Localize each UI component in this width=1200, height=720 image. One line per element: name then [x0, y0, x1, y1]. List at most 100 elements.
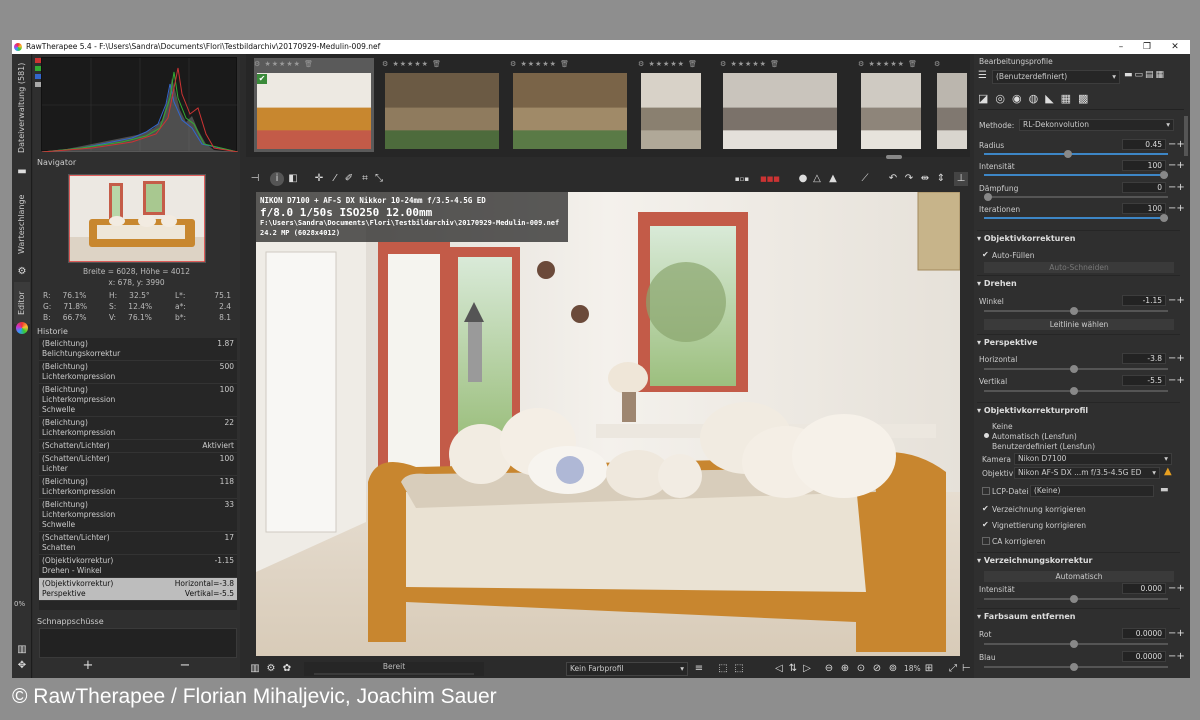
flip-horizontal-icon[interactable]: ⇹ — [918, 172, 932, 186]
thumbnail-toolbar-icons[interactable]: ⚙ ★★★★★ 🗑 — [858, 60, 924, 70]
daempfung-slider[interactable] — [984, 193, 1168, 201]
automatisch-button[interactable]: Automatisch — [984, 571, 1174, 582]
option-automatisch[interactable]: Automatisch (Lensfun) — [992, 432, 1077, 441]
verzeichnung-section-header[interactable]: ▾ Verzeichnungskorrektur — [977, 552, 1180, 568]
rotate-right-icon[interactable]: ↷ — [902, 172, 916, 186]
lensprofile-section-header[interactable]: ▾ Objektivkorrekturprofil — [977, 402, 1180, 418]
right-scrollbar[interactable] — [1184, 116, 1188, 156]
horizontal-slider-knob[interactable] — [1070, 365, 1078, 373]
iterationen-input[interactable]: 100 — [1122, 203, 1166, 214]
profile-menu-icon[interactable]: ☰ — [978, 70, 990, 82]
color-wheel-icon[interactable] — [16, 322, 28, 334]
gamut-check-icon[interactable]: ⬚ — [732, 662, 746, 676]
drehen-section-header[interactable]: ▾ Drehen — [977, 275, 1180, 291]
shadow-clip-warning-icon[interactable]: △ — [810, 172, 824, 186]
thumbnail-toolbar-icons[interactable]: ⚙ ★★★★★ 🗑 — [382, 60, 502, 70]
filmstrip-thumbnail[interactable]: ⚙ ★★★★★ 🗑 — [510, 58, 630, 152]
daempfung-slider-knob[interactable] — [984, 193, 992, 201]
radius-slider[interactable] — [984, 150, 1168, 158]
history-row[interactable]: (Objektivkorrektur) Drehen - Winkel -1.15 — [39, 555, 237, 578]
methode-select[interactable]: RL-Dekonvolution ▾ — [1019, 119, 1174, 131]
next-image-icon[interactable]: ▷ — [800, 662, 814, 676]
channel-preview-icon[interactable]: ■■■ — [758, 172, 782, 186]
tool-tab-icons[interactable]: ◪◎◉◍◣▦▩ — [978, 92, 1184, 105]
filmstrip-thumbnail[interactable]: ⚙ ★★★★★ 🗑 — [720, 58, 840, 152]
blau-input[interactable]: 0.0000 — [1122, 651, 1166, 662]
white-balance-picker-icon[interactable]: ⁄ — [328, 172, 342, 186]
gamut-icon[interactable]: ≡ — [692, 662, 706, 676]
folder-icon[interactable]: ▬ — [16, 166, 28, 178]
intensitaet-slider[interactable] — [984, 171, 1168, 179]
highlight-clip-warning-icon[interactable]: ▲ — [826, 172, 840, 186]
before-after-icon[interactable]: ◧ — [286, 172, 300, 186]
snapshots-list[interactable] — [39, 628, 237, 658]
filmstrip-thumbnail[interactable]: ⚙ ★★★★★ 🗑 ✔ — [254, 58, 374, 152]
option-keine[interactable]: Keine — [992, 422, 1013, 431]
filmstrip-thumbnail[interactable]: ⚙ ★★★★★ 🗑 — [638, 58, 704, 152]
winkel-input[interactable]: -1.15 — [1122, 295, 1166, 306]
histogram-icon[interactable]: ⟋ — [858, 172, 872, 186]
straighten-icon[interactable]: ⤡ — [372, 172, 386, 186]
focus-mask-icon[interactable]: ● — [796, 172, 810, 186]
zoom-out-icon[interactable]: ⊖ — [822, 662, 836, 676]
verz-intensitaet-slider[interactable] — [984, 595, 1168, 603]
history-row[interactable]: (Belichtung) Lichterkompression Schwelle… — [39, 499, 237, 532]
history-row[interactable]: (Belichtung) Lichterkompression 118 — [39, 476, 237, 499]
iterationen-slider-knob[interactable] — [1160, 214, 1168, 222]
rot-stepper[interactable]: −+ — [1168, 628, 1185, 639]
move-icon[interactable]: ✥ — [16, 660, 28, 672]
vignette-checkbox[interactable]: ✔ — [982, 521, 990, 529]
radius-input[interactable]: 0.45 — [1122, 139, 1166, 150]
intensitaet-input[interactable]: 100 — [1122, 160, 1166, 171]
folder-icon[interactable]: ▬ — [1160, 485, 1169, 495]
color-picker-icon[interactable]: ✐ — [342, 172, 356, 186]
maximize-button[interactable]: ❐ — [1134, 40, 1160, 54]
navigator-thumbnail[interactable] — [68, 174, 206, 263]
winkel-slider[interactable] — [984, 307, 1168, 315]
filmstrip-scrollbar[interactable] — [886, 155, 902, 159]
hide-left-panel-icon[interactable]: ⊣ — [248, 172, 262, 186]
verzeichnung-checkbox[interactable]: ✔ — [982, 505, 990, 513]
thumbnail-toolbar-icons[interactable]: ⚙ ★★★★★ 🗑 — [510, 60, 630, 70]
previous-image-icon[interactable]: ◁ — [772, 662, 786, 676]
lcp-file-chooser[interactable]: (Keine) — [1030, 485, 1154, 497]
autofill-checkbox[interactable]: ✔ — [982, 251, 990, 259]
lcp-checkbox[interactable] — [982, 487, 990, 495]
thumbnail-toolbar-icons[interactable]: ⚙ ★★★★★ 🗑 — [720, 60, 840, 70]
color-profile-select[interactable]: Kein Farbprofil ▾ — [566, 662, 688, 676]
iterationen-slider[interactable] — [984, 214, 1168, 222]
fullscreen-icon[interactable]: ⤢ — [946, 662, 960, 676]
profile-select[interactable]: (Benutzerdefiniert) ▾ — [992, 70, 1120, 84]
rotate-left-icon[interactable]: ↶ — [886, 172, 900, 186]
hide-right-panel-icon[interactable]: ⊢ — [962, 662, 971, 676]
autocrop-button[interactable]: Auto-Schneiden — [984, 262, 1174, 273]
farbsaum-section-header[interactable]: ▾ Farbsaum entfernen — [977, 608, 1180, 624]
gears-icon[interactable]: ⚙ — [16, 266, 28, 278]
winkel-stepper[interactable]: −+ — [1168, 295, 1185, 306]
rot-slider[interactable] — [984, 640, 1168, 648]
hand-tool-icon[interactable]: ✛ — [312, 172, 326, 186]
intensitaet-stepper[interactable]: −+ — [1168, 160, 1185, 171]
zoom-in-icon[interactable]: ⊕ — [838, 662, 852, 676]
history-row[interactable]: (Objektivkorrektur) Perspektive Horizonta… — [39, 578, 237, 601]
filmstrip-thumbnail[interactable]: ⚙ ★★★★★ 🗑 — [858, 58, 924, 152]
daempfung-input[interactable]: 0 — [1122, 182, 1166, 193]
tab-file-browser[interactable]: Dateiverwaltung (581) — [14, 58, 30, 158]
blau-slider[interactable] — [984, 663, 1168, 671]
blau-stepper[interactable]: −+ — [1168, 651, 1185, 662]
zoom-100-icon[interactable]: ⊚ — [886, 662, 900, 676]
blau-slider-knob[interactable] — [1070, 663, 1078, 671]
rot-slider-knob[interactable] — [1070, 640, 1078, 648]
flip-vertical-icon[interactable]: ⇕ — [934, 172, 948, 186]
vertikal-slider-knob[interactable] — [1070, 387, 1078, 395]
minimize-button[interactable]: – — [1108, 40, 1134, 54]
history-row[interactable]: (Schatten/Lichter) Aktiviert — [39, 440, 237, 453]
leitlinie-button[interactable]: Leitlinie wählen — [984, 319, 1174, 330]
kamera-select[interactable]: Nikon D7100 ▾ — [1014, 453, 1172, 465]
vertikal-slider[interactable] — [984, 387, 1168, 395]
tab-queue[interactable]: Warteschlange — [14, 184, 30, 264]
verz-intensitaet-slider-knob[interactable] — [1070, 595, 1078, 603]
history-row[interactable]: (Belichtung) Lichterkompression Schwelle… — [39, 384, 237, 417]
radius-stepper[interactable]: −+ — [1168, 139, 1185, 150]
objektiv-section-header[interactable]: ▾ Objektivkorrekturen — [977, 230, 1180, 246]
